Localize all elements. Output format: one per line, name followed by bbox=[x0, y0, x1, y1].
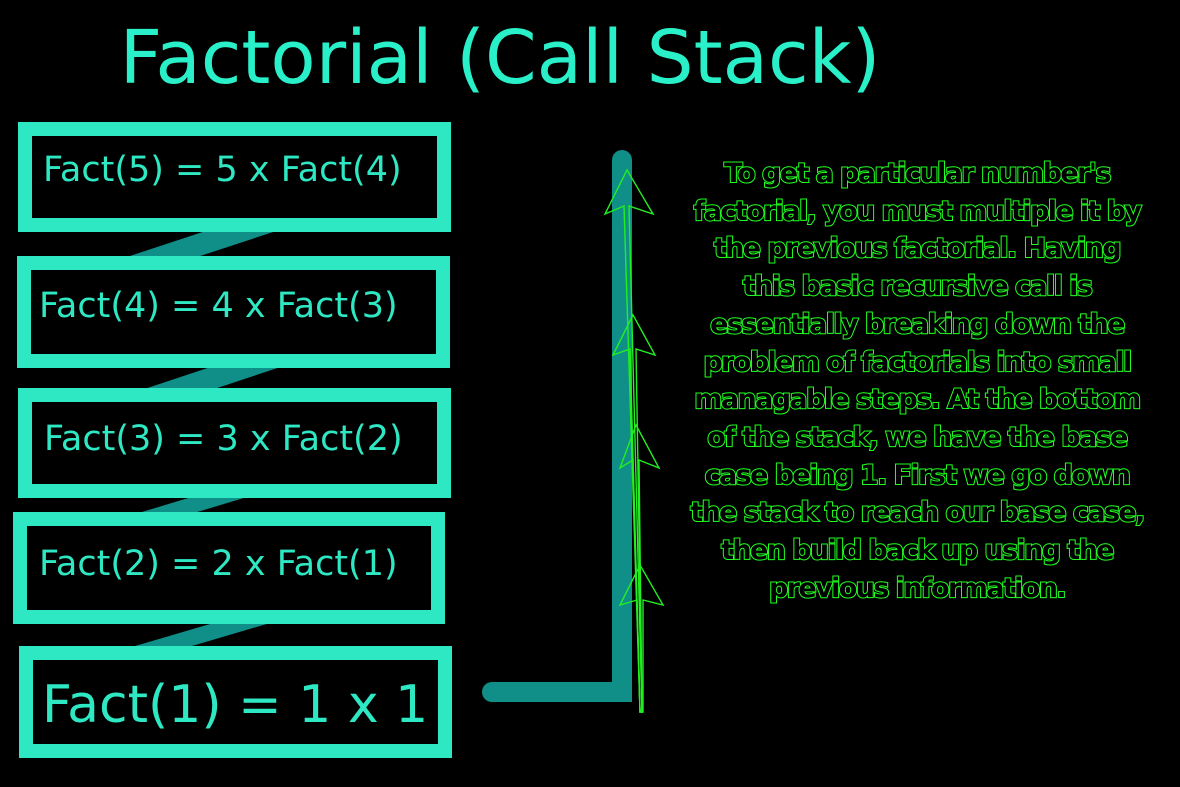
explanation-text: To get a particular number's factorial, … bbox=[689, 157, 1146, 605]
return-path-line bbox=[482, 150, 632, 702]
